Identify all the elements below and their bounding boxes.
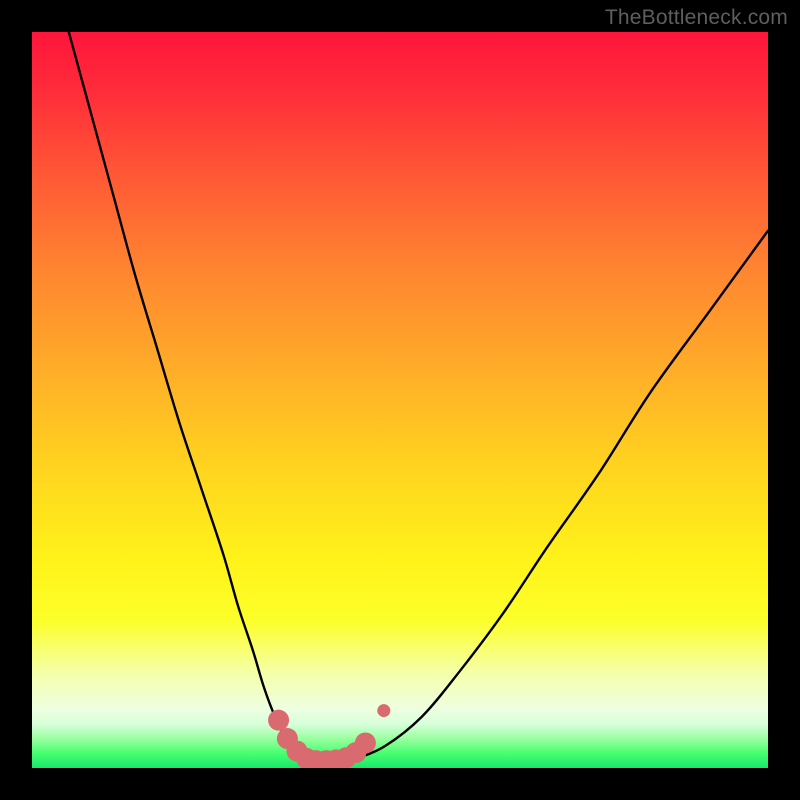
plot-area <box>32 32 768 768</box>
bottom-marker <box>377 704 390 717</box>
bottom-marker-cluster <box>268 704 390 768</box>
outer-frame: TheBottleneck.com <box>0 0 800 800</box>
bottom-marker <box>268 710 289 731</box>
bottleneck-curve <box>69 32 768 761</box>
attribution-label: TheBottleneck.com <box>605 6 788 30</box>
curve-layer <box>32 32 768 768</box>
bottom-marker <box>355 732 376 753</box>
